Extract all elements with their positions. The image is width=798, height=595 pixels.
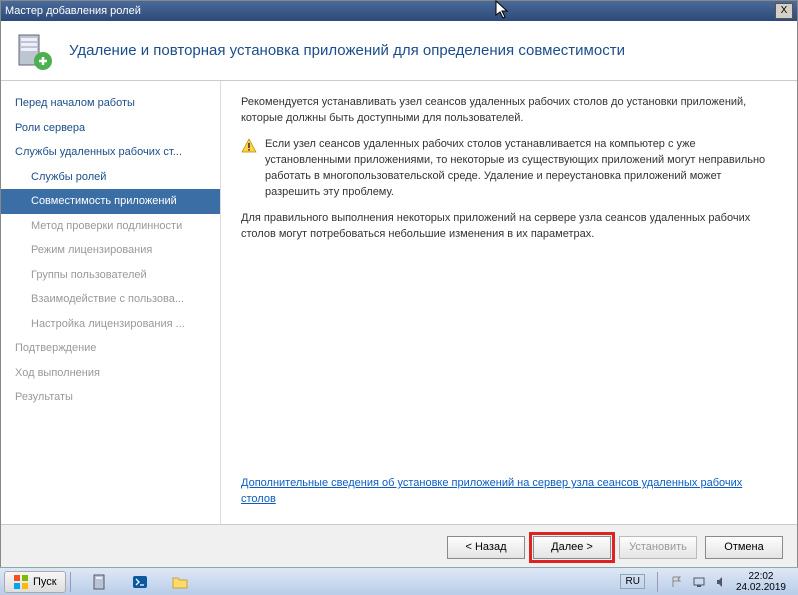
warning-icon [241, 138, 257, 154]
network-icon[interactable] [692, 575, 706, 589]
taskbar-divider [70, 572, 71, 592]
titlebar[interactable]: Мастер добавления ролей X [1, 1, 797, 21]
more-info-link[interactable]: Дополнительные сведения об установке при… [241, 476, 777, 508]
wizard-footer: < Назад Далее > Установить Отмена [1, 524, 797, 569]
time-text: 22:02 [736, 571, 786, 582]
sidebar-item-progress: Ход выполнения [1, 361, 220, 386]
sidebar-item-licensing-mode: Режим лицензирования [1, 238, 220, 263]
server-role-icon [13, 31, 53, 71]
taskbar-app-explorer[interactable] [161, 571, 199, 593]
next-button[interactable]: Далее > [533, 536, 611, 559]
window-title: Мастер добавления ролей [5, 5, 775, 17]
sidebar-item-confirmation: Подтверждение [1, 336, 220, 361]
start-button[interactable]: Пуск [4, 571, 66, 593]
warning-block: Если узел сеансов удаленных рабочих стол… [241, 137, 777, 201]
quick-launch [81, 571, 199, 593]
taskbar-app-powershell[interactable] [121, 571, 159, 593]
wizard-window: Мастер добавления ролей X Удаление и пов… [0, 0, 798, 570]
flag-icon[interactable] [670, 575, 684, 589]
sidebar-item-auth-method: Метод проверки подлинности [1, 214, 220, 239]
wizard-header: Удаление и повторная установка приложени… [1, 21, 797, 81]
page-title: Удаление и повторная установка приложени… [69, 42, 625, 59]
back-button[interactable]: < Назад [447, 536, 525, 559]
content-para2: Для правильного выполнения некоторых при… [241, 211, 777, 243]
taskbar-app-server-manager[interactable] [81, 571, 119, 593]
language-indicator[interactable]: RU [620, 574, 644, 589]
clock[interactable]: 22:02 24.02.2019 [736, 571, 786, 593]
warning-text: Если узел сеансов удаленных рабочих стол… [265, 137, 777, 201]
sidebar-item-client-experience: Взаимодействие с пользова... [1, 287, 220, 312]
date-text: 24.02.2019 [736, 582, 786, 593]
taskbar[interactable]: Пуск RU 22:02 24.02.2019 [0, 567, 798, 595]
sidebar-item-server-roles[interactable]: Роли сервера [1, 116, 220, 141]
sidebar-item-app-compat[interactable]: Совместимость приложений [1, 189, 220, 214]
wizard-sidebar: Перед началом работы Роли сервера Службы… [1, 81, 221, 524]
tray-divider [657, 572, 658, 592]
sidebar-item-licensing-config: Настройка лицензирования ... [1, 312, 220, 337]
sidebar-item-before-begin[interactable]: Перед началом работы [1, 91, 220, 116]
install-button: Установить [619, 536, 697, 559]
wizard-content: Рекомендуется устанавливать узел сеансов… [221, 81, 797, 524]
sidebar-item-role-services[interactable]: Службы ролей [1, 165, 220, 190]
sidebar-item-user-groups: Группы пользователей [1, 263, 220, 288]
content-para1: Рекомендуется устанавливать узел сеансов… [241, 95, 777, 127]
sidebar-item-rds[interactable]: Службы удаленных рабочих ст... [1, 140, 220, 165]
wizard-body: Перед началом работы Роли сервера Службы… [1, 81, 797, 524]
start-label: Пуск [33, 576, 57, 588]
close-button[interactable]: X [775, 3, 793, 19]
sidebar-item-results: Результаты [1, 385, 220, 410]
system-tray: RU 22:02 24.02.2019 [612, 571, 794, 593]
windows-logo-icon [13, 574, 29, 590]
cancel-button[interactable]: Отмена [705, 536, 783, 559]
volume-icon[interactable] [714, 575, 728, 589]
